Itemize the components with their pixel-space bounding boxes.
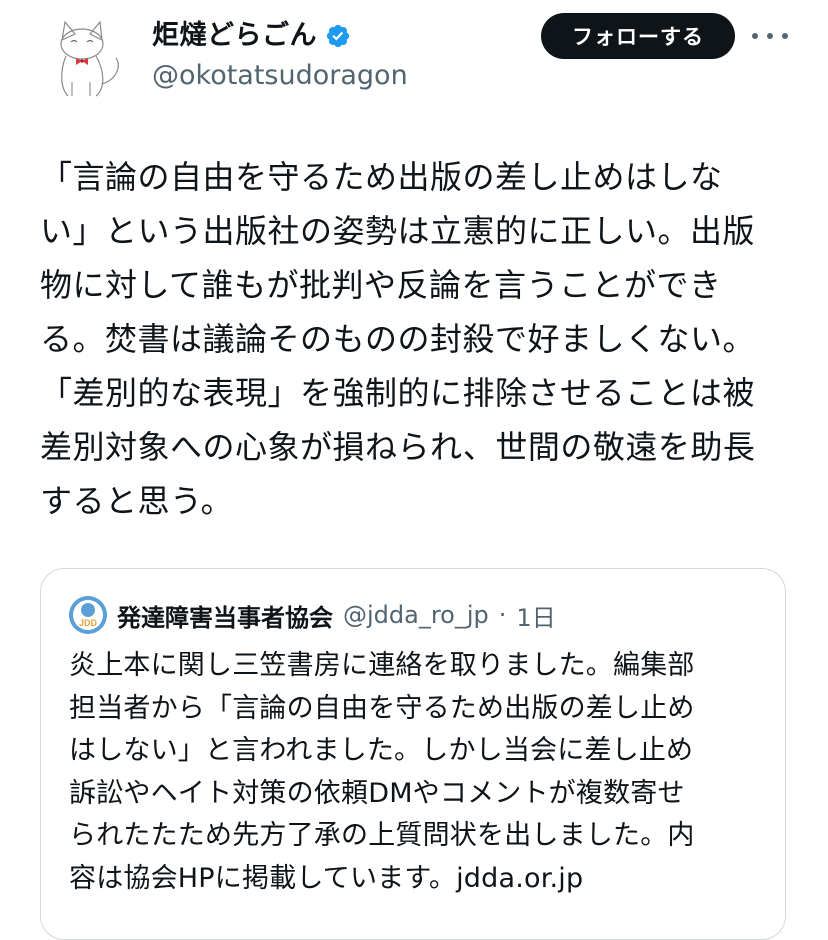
tweet-text: 「言論の自由を守るため出版の差し止めはしな い」という出版社の姿勢は立憲的に正し… xyxy=(40,158,756,520)
quoted-tweet-text: 炎上本に関し三笠書房に連絡を取りました。編集部 担当者から「言論の自由を守るため… xyxy=(69,650,695,894)
quoted-display-name[interactable]: 発達障害当事者協会 xyxy=(117,598,333,633)
author-name-row: 炬燵どらごん xyxy=(152,16,351,56)
quoted-separator: · xyxy=(498,601,507,629)
jdda-logo-icon: JDD xyxy=(69,596,107,634)
more-options-icon[interactable] xyxy=(752,24,788,48)
verified-badge-icon xyxy=(325,23,351,49)
quoted-timestamp[interactable]: 1日 xyxy=(516,598,555,633)
author-display-name[interactable]: 炬燵どらごん xyxy=(152,18,317,54)
follow-button[interactable]: フォローする xyxy=(541,13,735,59)
author-avatar[interactable] xyxy=(38,10,130,102)
author-handle[interactable]: @okotatsudoragon xyxy=(152,56,408,96)
quoted-handle[interactable]: @jdda_ro_jp xyxy=(343,601,489,629)
cat-avatar-icon xyxy=(38,10,130,102)
quoted-tweet-card[interactable]: JDD 発達障害当事者協会 @jdda_ro_jp · 1日 炎上本に関し三笠書… xyxy=(40,568,786,940)
quoted-tweet-header: JDD 発達障害当事者協会 @jdda_ro_jp · 1日 xyxy=(69,595,556,635)
svg-text:JDD: JDD xyxy=(79,618,98,628)
